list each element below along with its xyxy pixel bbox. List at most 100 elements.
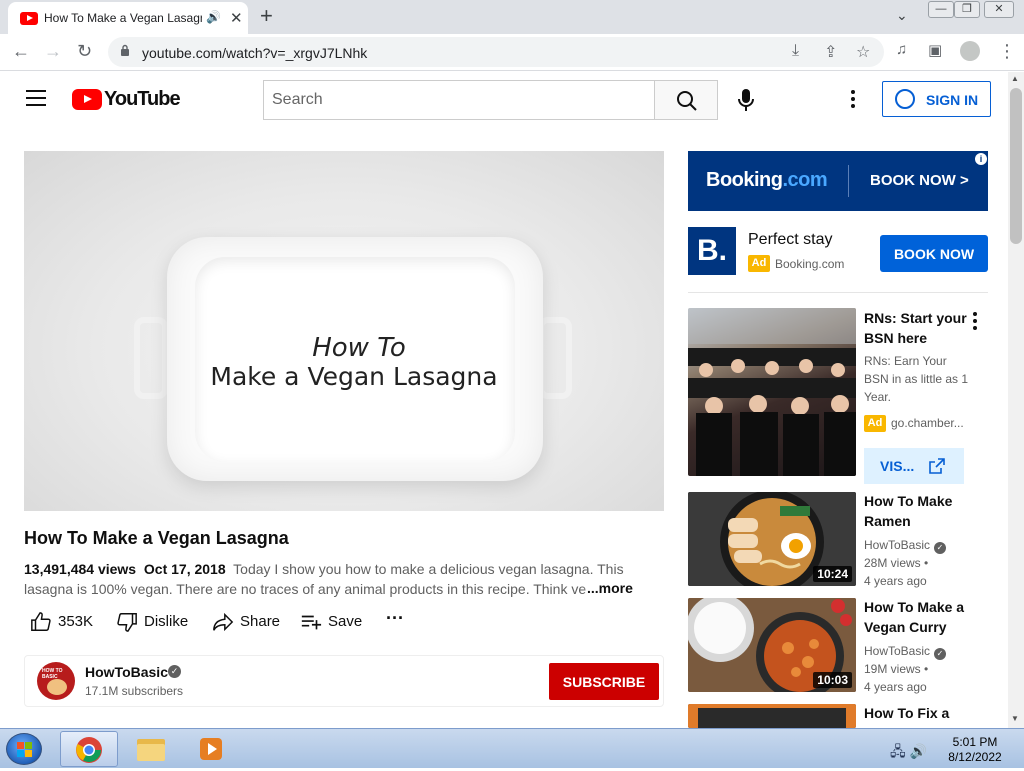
browser-tab[interactable]: How To Make a Vegan Lasagna - YouTube 🔊 … [8, 2, 248, 34]
ad-headline[interactable]: Perfect stay [748, 231, 832, 249]
sponsored-title[interactable]: RNs: Start your BSN here [864, 308, 974, 348]
show-more-link[interactable]: ...more [583, 580, 633, 596]
external-link-icon [929, 458, 945, 474]
recommendation-views: 28M views • [864, 556, 929, 570]
clock-date: 8/12/2022 [948, 750, 1002, 764]
like-count: 353K [58, 613, 94, 630]
share-page-icon[interactable]: ⇪ [824, 42, 837, 62]
chrome-icon [76, 737, 102, 763]
recommendation-views: 19M views • [864, 662, 929, 676]
search-icon [677, 91, 697, 111]
profile-avatar-icon[interactable] [960, 41, 980, 61]
more-actions-icon[interactable]: ··· [386, 608, 408, 628]
recommendation-thumbnail[interactable]: 10:24 [688, 492, 856, 586]
start-button[interactable] [6, 733, 42, 765]
chrome-menu-icon[interactable]: ⋮ [998, 41, 1016, 62]
tab-close-icon[interactable]: ✕ [230, 9, 243, 27]
share-button[interactable]: Share [212, 611, 284, 632]
folder-icon [137, 739, 165, 761]
hamburger-menu-icon[interactable] [26, 90, 46, 106]
media-control-icon[interactable]: ♫ [896, 41, 907, 58]
upload-date: Oct 17, 2018 [143, 561, 226, 577]
youtube-logo-icon[interactable] [72, 89, 102, 110]
recommendation-title[interactable]: How To Fix a [864, 703, 974, 723]
tab-title: How To Make a Vegan Lasagna - YouTube [44, 11, 202, 25]
youtube-header: YouTube SIGN IN [0, 72, 1008, 128]
dislike-label: Dislike [144, 613, 189, 630]
forward-arrow-icon[interactable]: → [44, 41, 62, 62]
address-bar[interactable]: youtube.com/watch?v=_xrgvJ7LNhk ⤓ ⇪ ☆ [108, 37, 884, 67]
subscriber-count: 17.1M subscribers [85, 684, 184, 698]
account-circle-icon [895, 89, 915, 109]
sponsored-menu-icon[interactable] [972, 312, 978, 330]
verified-check-icon: ✓ [934, 648, 947, 660]
duration-badge: 10:03 [813, 672, 852, 688]
url-text: youtube.com/watch?v=_xrgvJ7LNhk [142, 45, 368, 61]
tab-search-chevron-icon[interactable]: ⌄ [896, 7, 908, 24]
sponsored-source: go.chamber... [891, 416, 964, 430]
settings-kebab-icon[interactable] [850, 90, 856, 110]
scroll-up-arrow-icon[interactable]: ▲ [1011, 74, 1019, 83]
windows-logo-icon [17, 742, 32, 757]
youtube-logo-text[interactable]: YouTube [104, 88, 181, 111]
dislike-button[interactable]: Dislike [116, 611, 196, 632]
visit-site-button[interactable]: VIS... [864, 448, 964, 484]
graduates-image [688, 308, 856, 476]
minimize-window-icon[interactable]: — [928, 1, 954, 18]
side-panel-icon[interactable]: ▣ [928, 41, 942, 59]
subscribe-button[interactable]: SUBSCRIBE [549, 663, 659, 700]
tab-audio-icon[interactable]: 🔊 [206, 10, 221, 24]
search-button[interactable] [654, 80, 718, 120]
recommendation-age: 4 years ago [864, 574, 927, 588]
recommendation-channel: HowToBasic ✓ [864, 536, 947, 554]
sponsored-description: RNs: Earn Your BSN in as little as 1 Yea… [864, 354, 969, 404]
booking-ad-banner[interactable]: Booking.com BOOK NOW > [688, 151, 988, 211]
view-count: 13,491,484 views [24, 561, 137, 577]
lock-icon [121, 44, 129, 56]
visit-label: VIS... [880, 458, 915, 474]
back-arrow-icon[interactable]: ← [12, 41, 30, 62]
channel-avatar[interactable]: HOW TO BASIC [37, 662, 75, 700]
recommendation-thumbnail[interactable]: 10:03 [688, 598, 856, 692]
scrollbar-thumb[interactable] [1010, 88, 1022, 244]
duration-badge: 10:24 [813, 566, 852, 582]
taskbar-media-player[interactable] [182, 731, 240, 767]
install-app-icon[interactable]: ⤓ [792, 42, 799, 60]
share-arrow-icon [213, 612, 234, 632]
thumbs-up-icon [31, 612, 51, 631]
verified-check-icon: ✓ [168, 665, 181, 678]
close-window-icon[interactable]: ✕ [984, 1, 1014, 18]
tray-network-volume-icon[interactable]: 🖧 🔊 [890, 741, 927, 765]
video-title: How To Make a Vegan Lasagna [24, 528, 289, 548]
thumbs-down-icon [117, 613, 137, 632]
save-button[interactable]: Save [300, 611, 366, 631]
new-tab-icon[interactable]: + [260, 3, 273, 29]
video-overlay-line2: Make a Vegan Lasagna [210, 362, 498, 391]
booking-logo-icon[interactable]: B. [688, 227, 736, 275]
scroll-down-arrow-icon[interactable]: ▼ [1011, 714, 1019, 723]
share-label: Share [240, 613, 281, 630]
taskbar-chrome[interactable] [60, 731, 118, 767]
reload-icon[interactable]: ↻ [77, 41, 92, 62]
windows-taskbar: 🖧 🔊 5:01 PM 8/12/2022 [0, 728, 1024, 768]
recommendation-title[interactable]: How To Make a Vegan Curry [864, 597, 984, 637]
video-player[interactable]: How To Make a Vegan Lasagna [24, 151, 664, 511]
video-description[interactable]: 13,491,484 views Oct 17, 2018 Today I sh… [24, 559, 634, 599]
bookmark-star-icon[interactable]: ☆ [856, 42, 870, 62]
recommendation-age: 4 years ago [864, 680, 927, 694]
sponsored-thumbnail[interactable] [688, 308, 856, 476]
recommendation-title[interactable]: How To Make Ramen [864, 491, 974, 531]
clock-time: 5:01 PM [952, 735, 998, 749]
book-now-button[interactable]: BOOK NOW [880, 235, 988, 272]
ad-info-icon[interactable]: i [975, 153, 987, 165]
recommendation-channel: HowToBasic ✓ [864, 642, 947, 660]
search-input[interactable] [263, 80, 655, 120]
taskbar-clock[interactable]: 5:01 PM 8/12/2022 [942, 735, 1008, 765]
channel-name[interactable]: HowToBasic [85, 664, 168, 680]
microphone-icon[interactable] [736, 88, 756, 112]
sign-in-button[interactable]: SIGN IN [882, 81, 991, 117]
recommendation-thumbnail[interactable] [688, 704, 856, 728]
like-button[interactable]: 353K [30, 611, 100, 631]
taskbar-file-explorer[interactable] [122, 731, 180, 767]
restore-window-icon[interactable]: ❐ [954, 1, 980, 18]
